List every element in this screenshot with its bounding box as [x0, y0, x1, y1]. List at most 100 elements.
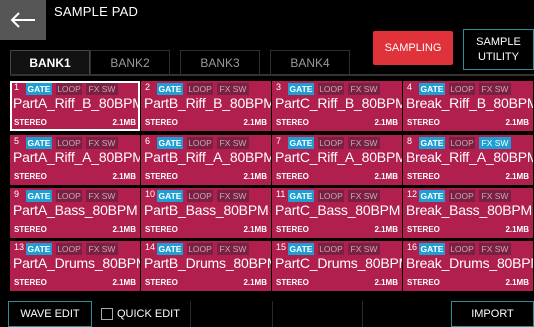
pad-channel-mode: STEREO [14, 278, 47, 287]
pad-file-size: 2.1MB [374, 278, 398, 287]
pad-number: 10 [145, 189, 156, 199]
loop-tag: LOOP [318, 137, 344, 149]
pad-sample-name: Break_Drums_80BPM [406, 255, 533, 271]
pad-number: 15 [276, 242, 287, 252]
pad-file-size: 2.1MB [374, 172, 398, 181]
pad-number: 9 [14, 189, 20, 199]
sample-pad-15[interactable]: 15 GATE LOOP FX SW PartC_Drums_80BPM STEREO 2.… [272, 241, 402, 291]
pad-number: 6 [145, 136, 151, 146]
fx-sw-tag: FX SW [348, 83, 380, 95]
pad-number: 14 [145, 242, 156, 252]
pad-number: 11 [276, 189, 286, 199]
fx-sw-tag: FX SW [217, 190, 249, 202]
tab-divider [10, 74, 534, 76]
tab-bank2[interactable]: BANK2 [90, 50, 170, 74]
fx-sw-tag: FX SW [217, 137, 249, 149]
pad-sample-name: PartC_Riff_A_80BPM [275, 149, 402, 165]
fx-sw-tag: FX SW [86, 243, 118, 255]
pad-channel-mode: STEREO [276, 278, 309, 287]
pad-channel-mode: STEREO [145, 118, 178, 127]
gate-tag: GATE [157, 137, 183, 149]
sample-pad-6[interactable]: 6 GATE LOOP FX SW PartB_Riff_A_80BPM STEREO 2.… [141, 135, 271, 185]
bottom-divider [272, 301, 273, 327]
sample-pad-1[interactable]: 1 GATE LOOP FX SW PartA_Riff_B_80BPM STEREO 2.… [10, 81, 140, 131]
pad-channel-mode: STEREO [145, 225, 178, 234]
pad-sample-name: PartA_Drums_80BPM [13, 255, 140, 271]
pad-sample-name: PartB_Drums_80BPM [144, 255, 271, 271]
back-button[interactable] [0, 0, 46, 40]
loop-tag: LOOP [187, 137, 213, 149]
gate-tag: GATE [288, 243, 314, 255]
sample-pad-2[interactable]: 2 GATE LOOP FX SW PartB_Riff_B_80BPM STEREO 2.… [141, 81, 271, 131]
pad-file-size: 2.1MB [505, 278, 529, 287]
tab-bank1[interactable]: BANK1 [10, 50, 90, 74]
pad-sample-name: PartB_Riff_A_80BPM [144, 149, 271, 165]
tab-bank4[interactable]: BANK4 [270, 50, 350, 74]
sampling-button[interactable]: SAMPLING [373, 31, 453, 65]
wave-edit-button[interactable]: WAVE EDIT [8, 301, 92, 327]
pad-sample-name: PartA_Riff_A_80BPM [13, 149, 140, 165]
loop-tag: LOOP [56, 83, 82, 95]
pad-channel-mode: STEREO [145, 278, 178, 287]
fx-sw-tag: FX SW [86, 83, 118, 95]
sample-utility-button[interactable]: SAMPLE UTILITY [463, 29, 534, 70]
sample-pad-14[interactable]: 14 GATE LOOP FX SW PartB_Drums_80BPM STEREO 2.… [141, 241, 271, 291]
tab-bank3[interactable]: BANK3 [180, 50, 260, 74]
pad-file-size: 2.1MB [243, 225, 267, 234]
pad-sample-name: PartC_Riff_B_80BPM [275, 95, 402, 111]
pad-number: 5 [14, 136, 20, 146]
pad-file-size: 2.1MB [243, 278, 267, 287]
sample-pad-12[interactable]: 12 GATE LOOP FX SW Break_Bass_80BPM STEREO 2.1… [403, 188, 533, 238]
pad-number: 4 [407, 82, 413, 92]
sample-pad-10[interactable]: 10 GATE LOOP FX SW PartB_Bass_80BPM STEREO 2.1… [141, 188, 271, 238]
pad-channel-mode: STEREO [407, 172, 440, 181]
loop-tag: LOOP [449, 243, 475, 255]
pad-sample-name: PartC_Bass_80BPM [275, 202, 401, 218]
gate-tag: GATE [157, 243, 183, 255]
pad-number: 12 [407, 189, 418, 199]
pad-number: 2 [145, 82, 151, 92]
loop-tag: LOOP [449, 137, 475, 149]
pad-file-size: 2.1MB [505, 225, 529, 234]
pad-channel-mode: STEREO [407, 118, 440, 127]
import-button[interactable]: IMPORT [451, 301, 534, 327]
sample-pad-11[interactable]: 11 GATE LOOP FX SW PartC_Bass_80BPM STEREO 2.1… [272, 188, 402, 238]
pad-channel-mode: STEREO [276, 225, 309, 234]
sample-pad-4[interactable]: 4 GATE LOOP FX SW Break_Riff_B_80BPM STEREO 2.… [403, 81, 533, 131]
gate-tag: GATE [26, 190, 52, 202]
gate-tag: GATE [26, 83, 52, 95]
sample-pad-16[interactable]: 16 GATE LOOP FX SW Break_Drums_80BPM STEREO 2.… [403, 241, 533, 291]
title-bar: SAMPLE PAD [0, 0, 534, 40]
fx-sw-tag: FX SW [217, 243, 249, 255]
sample-pad-3[interactable]: 3 GATE LOOP FX SW PartC_Riff_B_80BPM STEREO 2.… [272, 81, 402, 131]
fx-sw-tag: FX SW [86, 137, 118, 149]
fx-sw-tag: FX SW [479, 190, 511, 202]
pad-file-size: 2.1MB [505, 172, 529, 181]
gate-tag: GATE [157, 190, 183, 202]
sample-pad-5[interactable]: 5 GATE LOOP FX SW PartA_Riff_A_80BPM STEREO 2.… [10, 135, 140, 185]
pad-file-size: 2.1MB [112, 225, 136, 234]
pad-sample-name: PartA_Riff_B_80BPM [13, 95, 140, 111]
pad-channel-mode: STEREO [276, 118, 309, 127]
quick-edit-checkbox[interactable] [101, 308, 113, 320]
quick-edit-toggle[interactable]: QUICK EDIT [99, 301, 188, 327]
gate-tag: GATE [288, 83, 314, 95]
gate-tag: GATE [26, 243, 52, 255]
loop-tag: LOOP [318, 190, 344, 202]
sample-pad-8[interactable]: 8 GATE LOOP FX SW Break_Riff_A_80BPM STEREO 2.… [403, 135, 533, 185]
back-arrow-icon [10, 12, 35, 28]
sample-pad-13[interactable]: 13 GATE LOOP FX SW PartA_Drums_80BPM STEREO 2.… [10, 241, 140, 291]
sample-pad-7[interactable]: 7 GATE LOOP FX SW PartC_Riff_A_80BPM STEREO 2.… [272, 135, 402, 185]
fx-sw-tag: FX SW [348, 190, 380, 202]
gate-tag: GATE [157, 83, 183, 95]
pad-number: 16 [407, 242, 418, 252]
sample-pad-9[interactable]: 9 GATE LOOP FX SW PartA_Bass_80BPM STEREO 2.1M… [10, 188, 140, 238]
pad-file-size: 2.1MB [112, 172, 136, 181]
pad-sample-name: Break_Riff_A_80BPM [406, 149, 533, 165]
bottom-divider [362, 301, 363, 327]
pad-channel-mode: STEREO [14, 172, 47, 181]
pad-number: 7 [276, 136, 282, 146]
bottom-divider [190, 301, 191, 327]
fx-sw-tag: FX SW [217, 83, 249, 95]
loop-tag: LOOP [56, 137, 82, 149]
